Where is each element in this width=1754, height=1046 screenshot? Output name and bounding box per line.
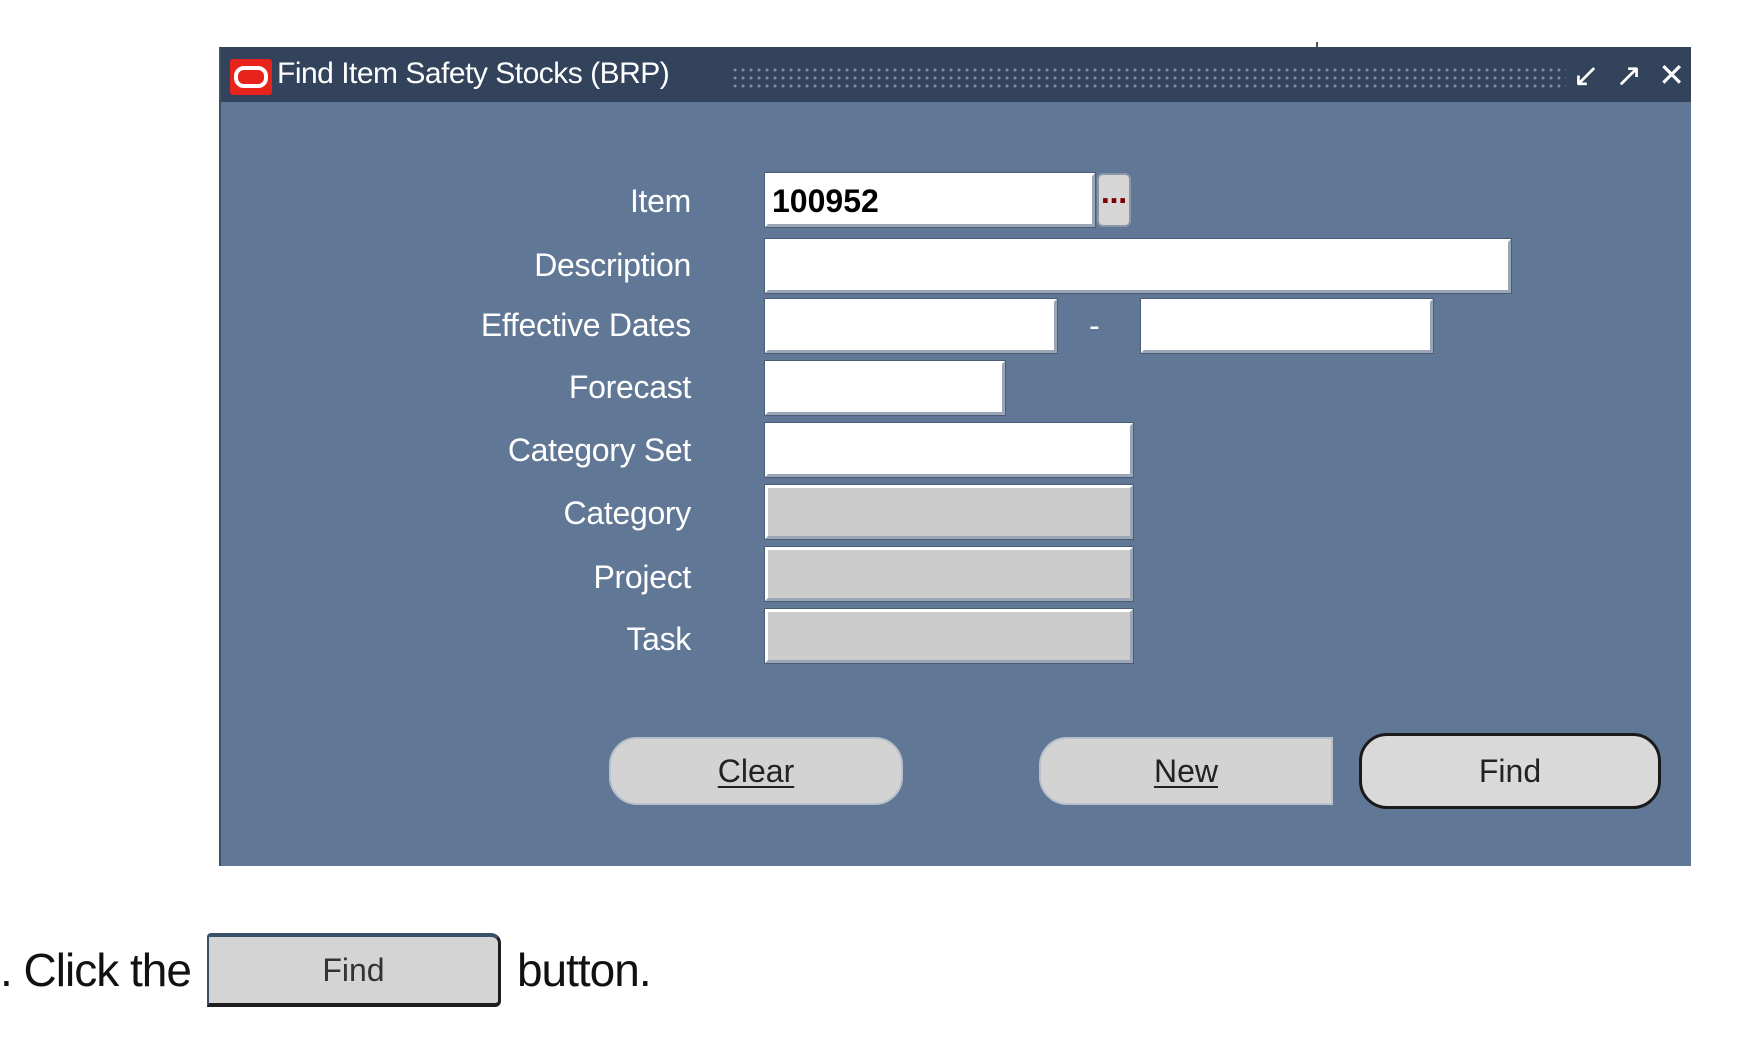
instruction-prefix: . Click the xyxy=(0,944,192,996)
close-icon[interactable]: ✕ xyxy=(1658,57,1685,93)
category-label: Category xyxy=(563,495,692,531)
description-field[interactable] xyxy=(764,238,1512,294)
clear-button-label: Clear xyxy=(717,752,795,789)
new-button-label: New xyxy=(1153,752,1218,789)
category-set-field[interactable] xyxy=(764,422,1134,478)
forecast-label: Forecast xyxy=(568,369,691,405)
maximize-icon[interactable]: ↗ xyxy=(1615,57,1642,93)
item-label: Item xyxy=(629,183,691,219)
new-button[interactable]: New xyxy=(1039,737,1333,805)
find-button[interactable]: Find xyxy=(1359,733,1661,809)
effective-date-to-field[interactable] xyxy=(1140,298,1434,354)
project-field xyxy=(764,546,1134,602)
find-button-illustration-label: Find xyxy=(322,951,385,988)
forecast-field[interactable] xyxy=(764,360,1006,416)
find-button-label: Find xyxy=(1478,752,1542,789)
description-label: Description xyxy=(534,247,691,283)
item-lov-button[interactable]: … xyxy=(1097,173,1131,227)
effective-dates-label: Effective Dates xyxy=(480,307,691,343)
clear-button[interactable]: Clear xyxy=(609,737,903,805)
instruction-step: . Click the Find button. xyxy=(0,930,652,1010)
effective-date-from-field[interactable] xyxy=(764,298,1058,354)
window-titlebar[interactable]: Find Item Safety Stocks (BRP) ↙ ↗ ✕ xyxy=(221,47,1691,102)
task-label: Task xyxy=(626,621,691,657)
oracle-logo-icon xyxy=(230,59,272,95)
item-field[interactable]: 100952 xyxy=(764,172,1096,228)
window-title: Find Item Safety Stocks (BRP) xyxy=(277,57,670,90)
instruction-suffix: button. xyxy=(516,944,652,996)
find-button-illustration: Find xyxy=(206,933,501,1007)
find-item-safety-stocks-window: Find Item Safety Stocks (BRP) ↙ ↗ ✕ Item… xyxy=(219,47,1691,866)
minimize-icon[interactable]: ↙ xyxy=(1573,57,1600,93)
task-field xyxy=(764,608,1134,664)
project-label: Project xyxy=(593,559,692,595)
date-range-separator: - xyxy=(1089,309,1100,344)
category-field xyxy=(764,484,1134,540)
category-set-label: Category Set xyxy=(507,432,691,468)
titlebar-drag-grip[interactable] xyxy=(731,66,1566,88)
